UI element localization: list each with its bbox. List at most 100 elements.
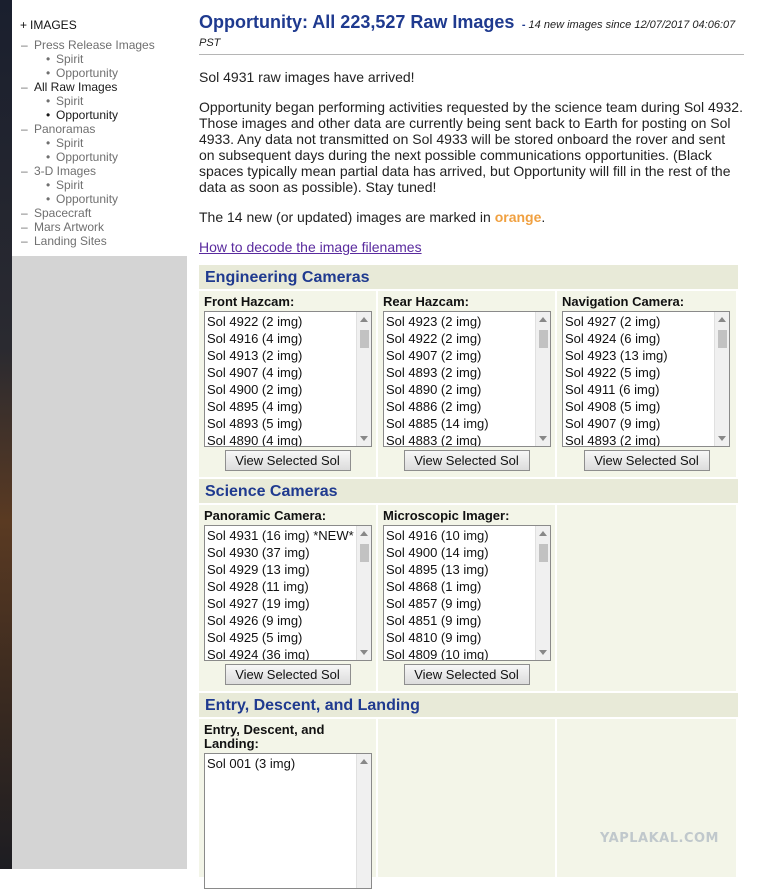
- sol-option[interactable]: Sol 4924 (6 img): [565, 330, 713, 347]
- camera-label: Panoramic Camera:: [204, 508, 327, 523]
- scroll-thumb[interactable]: [539, 544, 548, 562]
- view-selected-sol-button[interactable]: View Selected Sol: [224, 664, 351, 685]
- sol-option[interactable]: Sol 4907 (9 img): [565, 415, 713, 432]
- sidebar-item-mars-artwork[interactable]: Mars Artwork: [20, 220, 187, 234]
- scroll-thumb[interactable]: [718, 330, 727, 348]
- scroll-up-arrow-icon[interactable]: [539, 531, 547, 536]
- sol-option[interactable]: Sol 4916 (10 img): [386, 527, 534, 544]
- sol-listbox-front-hazcam[interactable]: Sol 4922 (2 img) Sol 4916 (4 img) Sol 4913…: [204, 311, 372, 447]
- sidebar-item-opportunity[interactable]: Opportunity: [20, 66, 187, 80]
- sol-option[interactable]: Sol 4931 (16 img) *NEW*: [207, 527, 355, 544]
- sidebar-header[interactable]: + IMAGES: [20, 18, 187, 32]
- sol-option[interactable]: Sol 4913 (2 img): [207, 347, 355, 364]
- view-selected-sol-button[interactable]: View Selected Sol: [224, 450, 351, 471]
- sol-option[interactable]: Sol 4926 (9 img): [207, 612, 355, 629]
- sol-option[interactable]: Sol 4927 (19 img): [207, 595, 355, 612]
- scroll-thumb[interactable]: [360, 544, 369, 562]
- camera-label: Navigation Camera:: [562, 294, 685, 309]
- scroll-down-arrow-icon[interactable]: [718, 436, 726, 441]
- sol-option[interactable]: Sol 4810 (9 img): [386, 629, 534, 646]
- sol-option[interactable]: Sol 4925 (5 img): [207, 629, 355, 646]
- new-images-note: The 14 new (or updated) images are marke…: [199, 209, 546, 225]
- scroll-down-arrow-icon[interactable]: [360, 436, 368, 441]
- listbox-scrollbar[interactable]: [356, 312, 371, 446]
- listbox-scrollbar[interactable]: [356, 754, 371, 888]
- sol-option[interactable]: Sol 4922 (2 img): [386, 330, 534, 347]
- empty-camera-cell: [557, 719, 736, 879]
- orange-marker-word: orange: [494, 209, 542, 225]
- decode-filenames-link[interactable]: How to decode the image filenames: [199, 239, 422, 255]
- sol-option[interactable]: Sol 4883 (2 img): [386, 432, 534, 446]
- sol-option[interactable]: Sol 4890 (4 img): [207, 432, 355, 446]
- sol-option[interactable]: Sol 4911 (6 img): [565, 381, 713, 398]
- listbox-scrollbar[interactable]: [714, 312, 729, 446]
- sidebar-item-opportunity[interactable]: Opportunity: [20, 150, 187, 164]
- sol-listbox-rear-hazcam[interactable]: Sol 4923 (2 img) Sol 4922 (2 img) Sol 4907…: [383, 311, 551, 447]
- scroll-down-arrow-icon[interactable]: [539, 650, 547, 655]
- sol-option[interactable]: Sol 4893 (2 img): [565, 432, 713, 446]
- scroll-up-arrow-icon[interactable]: [360, 531, 368, 536]
- sidebar-item-spirit[interactable]: Spirit: [20, 94, 187, 108]
- sol-option[interactable]: Sol 4930 (37 img): [207, 544, 355, 561]
- sidebar-item-all-raw-images[interactable]: All Raw Images: [20, 80, 187, 94]
- scroll-up-arrow-icon[interactable]: [539, 317, 547, 322]
- sol-option[interactable]: Sol 4922 (5 img): [565, 364, 713, 381]
- listbox-scrollbar[interactable]: [535, 526, 550, 660]
- sol-listbox-microscopic-imager[interactable]: Sol 4916 (10 img) Sol 4900 (14 img) Sol 48…: [383, 525, 551, 661]
- sol-option[interactable]: Sol 4809 (10 img): [386, 646, 534, 660]
- sol-listbox-panoramic-camera[interactable]: Sol 4931 (16 img) *NEW* Sol 4930 (37 img)…: [204, 525, 372, 661]
- sol-option[interactable]: Sol 4851 (9 img): [386, 612, 534, 629]
- sidebar-item-spirit[interactable]: Spirit: [20, 52, 187, 66]
- sidebar-item-spirit[interactable]: Spirit: [20, 136, 187, 150]
- camera-label: Microscopic Imager:: [383, 508, 510, 523]
- arrived-message: Sol 4931 raw images have arrived!: [199, 69, 415, 85]
- scroll-thumb[interactable]: [539, 330, 548, 348]
- sol-option[interactable]: Sol 4927 (2 img): [565, 313, 713, 330]
- listbox-scrollbar[interactable]: [535, 312, 550, 446]
- sol-option[interactable]: Sol 4900 (2 img): [207, 381, 355, 398]
- sol-option[interactable]: Sol 4893 (5 img): [207, 415, 355, 432]
- sidebar-items: Press Release ImagesSpiritOpportunityAll…: [20, 38, 187, 248]
- scroll-down-arrow-icon[interactable]: [360, 650, 368, 655]
- sol-option[interactable]: Sol 4923 (2 img): [386, 313, 534, 330]
- sidebar-item-press-release-images[interactable]: Press Release Images: [20, 38, 187, 52]
- sol-option[interactable]: Sol 4885 (14 img): [386, 415, 534, 432]
- view-selected-sol-button[interactable]: View Selected Sol: [583, 450, 710, 471]
- sol-option[interactable]: Sol 4908 (5 img): [565, 398, 713, 415]
- sol-option[interactable]: Sol 4928 (11 img): [207, 578, 355, 595]
- sol-option[interactable]: Sol 001 (3 img): [207, 755, 355, 772]
- sol-option[interactable]: Sol 4893 (2 img): [386, 364, 534, 381]
- scroll-down-arrow-icon[interactable]: [539, 436, 547, 441]
- sidebar-item-spacecraft[interactable]: Spacecraft: [20, 206, 187, 220]
- scroll-up-arrow-icon[interactable]: [360, 317, 368, 322]
- sol-option[interactable]: Sol 4929 (13 img): [207, 561, 355, 578]
- sol-option[interactable]: Sol 4916 (4 img): [207, 330, 355, 347]
- scroll-up-arrow-icon[interactable]: [360, 759, 368, 764]
- view-selected-sol-button[interactable]: View Selected Sol: [403, 450, 530, 471]
- sidebar-item-opportunity[interactable]: Opportunity: [20, 108, 187, 122]
- sidebar-item-spirit[interactable]: Spirit: [20, 178, 187, 192]
- scroll-thumb[interactable]: [360, 330, 369, 348]
- view-selected-sol-button[interactable]: View Selected Sol: [403, 664, 530, 685]
- sol-listbox-navigation-camera[interactable]: Sol 4927 (2 img) Sol 4924 (6 img) Sol 4923…: [562, 311, 730, 447]
- sidebar-item-opportunity[interactable]: Opportunity: [20, 192, 187, 206]
- sidebar-item-panoramas[interactable]: Panoramas: [20, 122, 187, 136]
- sol-option[interactable]: Sol 4895 (4 img): [207, 398, 355, 415]
- sol-option[interactable]: Sol 4924 (36 img): [207, 646, 355, 660]
- sol-option[interactable]: Sol 4907 (4 img): [207, 364, 355, 381]
- sol-option[interactable]: Sol 4868 (1 img): [386, 578, 534, 595]
- scroll-up-arrow-icon[interactable]: [718, 317, 726, 322]
- sidebar-item-landing-sites[interactable]: Landing Sites: [20, 234, 187, 248]
- sol-option[interactable]: Sol 4922 (2 img): [207, 313, 355, 330]
- sol-option[interactable]: Sol 4895 (13 img): [386, 561, 534, 578]
- sol-option[interactable]: Sol 4857 (9 img): [386, 595, 534, 612]
- camera-cell-navigation-camera: Navigation Camera: Sol 4927 (2 img) Sol 49…: [557, 291, 736, 479]
- section-header-edl: Entry, Descent, and Landing: [199, 693, 738, 719]
- sol-option[interactable]: Sol 4907 (2 img): [386, 347, 534, 364]
- sol-option[interactable]: Sol 4890 (2 img): [386, 381, 534, 398]
- sol-option[interactable]: Sol 4886 (2 img): [386, 398, 534, 415]
- sidebar-item-3-d-images[interactable]: 3-D Images: [20, 164, 187, 178]
- sol-option[interactable]: Sol 4923 (13 img): [565, 347, 713, 364]
- listbox-scrollbar[interactable]: [356, 526, 371, 660]
- sol-option[interactable]: Sol 4900 (14 img): [386, 544, 534, 561]
